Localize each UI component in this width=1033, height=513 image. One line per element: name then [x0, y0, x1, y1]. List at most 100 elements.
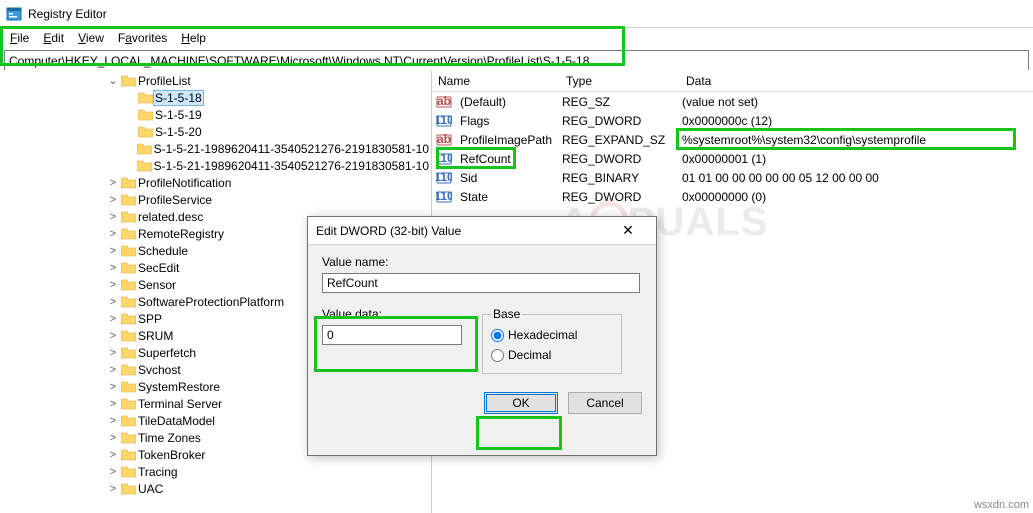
expand-icon[interactable]: >	[106, 364, 120, 376]
tree-item[interactable]: S-1-5-21-1989620411-3540521276-219183058…	[0, 140, 431, 157]
base-group: Base Hexadecimal Decimal	[482, 307, 622, 374]
tree-item-label: Sensor	[136, 278, 178, 292]
tree-item[interactable]: >UAC	[0, 480, 431, 497]
tree-item-label: ProfileService	[136, 193, 214, 207]
list-row[interactable]: ab(Default)REG_SZ(value not set)	[432, 92, 1033, 111]
menubar: File Edit View Favorites Help	[0, 28, 1033, 48]
menu-edit[interactable]: Edit	[37, 29, 70, 47]
svg-text:110: 110	[436, 151, 452, 165]
value-data-input[interactable]	[322, 325, 462, 345]
tree-item[interactable]: S-1-5-21-1989620411-3540521276-219183058…	[0, 157, 431, 174]
address-bar[interactable]: Computer\HKEY_LOCAL_MACHINE\SOFTWARE\Mic…	[4, 50, 1029, 72]
folder-icon	[120, 329, 136, 343]
expand-icon[interactable]: >	[106, 245, 120, 257]
tree-item[interactable]: S-1-5-18	[0, 89, 431, 106]
menu-favorites[interactable]: Favorites	[112, 29, 173, 47]
tree-item-label: TileDataModel	[136, 414, 217, 428]
tree-item[interactable]: S-1-5-19	[0, 106, 431, 123]
folder-icon	[120, 244, 136, 258]
hex-label: Hexadecimal	[508, 328, 577, 342]
cancel-button[interactable]: Cancel	[568, 392, 642, 414]
tree-item[interactable]: S-1-5-20	[0, 123, 431, 140]
radio-hex[interactable]	[491, 329, 504, 342]
col-name[interactable]: Name	[432, 74, 560, 88]
tree-item-label: S-1-5-21-1989620411-3540521276-219183058…	[152, 159, 431, 173]
tree-item-label: SystemRestore	[136, 380, 222, 394]
col-data[interactable]: Data	[680, 74, 1033, 88]
expand-icon[interactable]: >	[106, 432, 120, 444]
expand-icon[interactable]: >	[106, 330, 120, 342]
expand-icon[interactable]: >	[106, 466, 120, 478]
list-row[interactable]: 110StateREG_DWORD0x00000000 (0)	[432, 187, 1033, 206]
tree-item[interactable]: ⌄ ProfileList	[0, 72, 431, 89]
list-row[interactable]: abProfileImagePathREG_EXPAND_SZ%systemro…	[432, 130, 1033, 149]
expand-icon[interactable]: >	[106, 296, 120, 308]
radio-dec[interactable]	[491, 349, 504, 362]
tree-item-label: S-1-5-19	[153, 108, 204, 122]
expand-icon[interactable]: >	[106, 228, 120, 240]
folder-icon	[137, 91, 153, 105]
expand-icon[interactable]: ⌄	[106, 74, 120, 87]
col-type[interactable]: Type	[560, 74, 680, 88]
value-icon: 110	[436, 170, 452, 186]
folder-icon	[120, 295, 136, 309]
folder-icon	[120, 278, 136, 292]
dialog-title: Edit DWORD (32-bit) Value	[316, 224, 608, 238]
svg-text:ab: ab	[437, 132, 451, 146]
list-row[interactable]: 110RefCountREG_DWORD0x00000001 (1)	[432, 149, 1033, 168]
menu-view[interactable]: View	[72, 29, 110, 47]
tree-item-label: Terminal Server	[136, 397, 224, 411]
tree-item-label: Schedule	[136, 244, 190, 258]
value-data: 0x00000000 (0)	[676, 190, 1033, 204]
value-name-input[interactable]	[322, 273, 640, 293]
value-type: REG_DWORD	[556, 190, 676, 204]
expand-icon[interactable]: >	[106, 313, 120, 325]
tree-item-label: S-1-5-21-1989620411-3540521276-219183058…	[152, 142, 431, 156]
value-name: ProfileImagePath	[454, 133, 556, 147]
expand-icon[interactable]: >	[106, 211, 120, 223]
expand-icon[interactable]: >	[106, 381, 120, 393]
value-data: (value not set)	[676, 95, 1033, 109]
expand-icon[interactable]: >	[106, 194, 120, 206]
expand-icon[interactable]: >	[106, 415, 120, 427]
menu-file[interactable]: File	[4, 29, 35, 47]
svg-text:110: 110	[436, 113, 452, 127]
tree-item[interactable]: >Tracing	[0, 463, 431, 480]
tree-item-label: SPP	[136, 312, 164, 326]
value-type: REG_BINARY	[556, 171, 676, 185]
close-icon[interactable]: ✕	[608, 217, 648, 245]
list-row[interactable]: 110FlagsREG_DWORD0x0000000c (12)	[432, 111, 1033, 130]
menu-help[interactable]: Help	[175, 29, 212, 47]
folder-icon	[136, 159, 151, 173]
list-row[interactable]: 110SidREG_BINARY01 01 00 00 00 00 00 05 …	[432, 168, 1033, 187]
titlebar: Registry Editor	[0, 0, 1033, 28]
expand-icon[interactable]: >	[106, 262, 120, 274]
value-name-label: Value name:	[322, 255, 642, 269]
expand-icon[interactable]: >	[106, 483, 120, 495]
expand-icon[interactable]: >	[106, 398, 120, 410]
expand-icon[interactable]: >	[106, 279, 120, 291]
tree-item-label: Time Zones	[136, 431, 203, 445]
folder-icon	[120, 414, 136, 428]
value-type: REG_EXPAND_SZ	[556, 133, 676, 147]
folder-icon	[120, 431, 136, 445]
folder-icon	[120, 363, 136, 377]
value-name: Sid	[454, 171, 556, 185]
tree-item[interactable]: >ProfileNotification	[0, 174, 431, 191]
tree-item-label: SRUM	[136, 329, 175, 343]
tree-item-label: SoftwareProtectionPlatform	[136, 295, 286, 309]
expand-icon[interactable]: >	[106, 347, 120, 359]
tree-item-label: S-1-5-20	[153, 125, 204, 139]
ok-button[interactable]: OK	[484, 392, 558, 414]
value-data: %systemroot%\system32\config\systemprofi…	[676, 133, 1033, 147]
expand-icon[interactable]: >	[106, 449, 120, 461]
credit: wsxdn.com	[974, 499, 1029, 511]
expand-icon[interactable]: >	[106, 177, 120, 189]
value-icon: 110	[436, 113, 452, 129]
base-label: Base	[491, 307, 522, 321]
tree-item-label: Svchost	[136, 363, 183, 377]
folder-icon	[120, 380, 136, 394]
tree-item[interactable]: > ProfileService	[0, 191, 431, 208]
tree-item-label: SecEdit	[136, 261, 181, 275]
tree-item-label: ProfileList	[136, 74, 193, 88]
